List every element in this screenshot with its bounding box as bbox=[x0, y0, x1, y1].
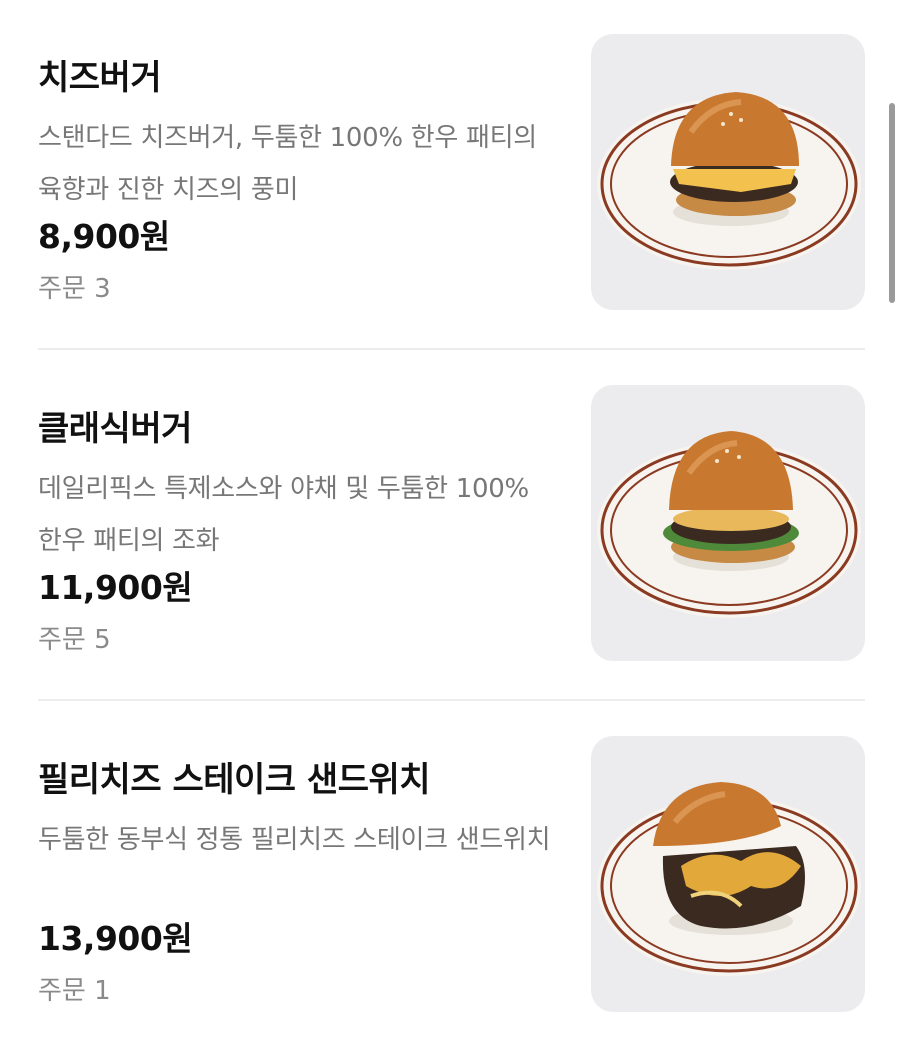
menu-item-description: 두툼한 동부식 정통 필리치즈 스테이크 샌드위치 bbox=[38, 825, 551, 855]
menu-item-cheeseburger[interactable]: 치즈버거 스탠다드 치즈버거, 두툼한 100% 한우 패티의 육향과 진한 치… bbox=[0, 0, 900, 351]
menu-item-name: 클래식버거 bbox=[38, 409, 192, 449]
menu-item-description: 데일리픽스 특제소스와 야채 및 두툼한 100% 한우 패티의 조화 bbox=[38, 474, 529, 556]
divider bbox=[38, 348, 865, 350]
cheeseburger-photo[interactable] bbox=[591, 34, 865, 310]
menu-item-order-count: 주문 5 bbox=[38, 625, 111, 655]
divider bbox=[38, 699, 865, 701]
menu-item-name: 필리치즈 스테이크 샌드위치 bbox=[38, 760, 431, 800]
menu-item-philly-cheese-sandwich[interactable]: 필리치즈 스테이크 샌드위치 두툼한 동부식 정통 필리치즈 스테이크 샌드위치… bbox=[0, 702, 900, 1053]
menu-list: 치즈버거 스탠다드 치즈버거, 두툼한 100% 한우 패티의 육향과 진한 치… bbox=[0, 0, 900, 1040]
philly-cheese-sandwich-photo[interactable] bbox=[591, 736, 865, 1012]
menu-item-price: 8,900원 bbox=[38, 217, 170, 256]
menu-item-price: 11,900원 bbox=[38, 568, 193, 607]
menu-item-classic-burger[interactable]: 클래식버거 데일리픽스 특제소스와 야채 및 두툼한 100% 한우 패티의 조… bbox=[0, 351, 900, 702]
classic-burger-photo[interactable] bbox=[591, 385, 865, 661]
menu-item-order-count: 주문 3 bbox=[38, 274, 111, 304]
menu-item-description: 스탠다드 치즈버거, 두툼한 100% 한우 패티의 육향과 진한 치즈의 풍미 bbox=[38, 123, 537, 205]
scrollbar[interactable] bbox=[889, 103, 895, 303]
menu-item-order-count: 주문 1 bbox=[38, 976, 111, 1006]
menu-item-price: 13,900원 bbox=[38, 919, 193, 958]
menu-item-name: 치즈버거 bbox=[38, 58, 162, 98]
